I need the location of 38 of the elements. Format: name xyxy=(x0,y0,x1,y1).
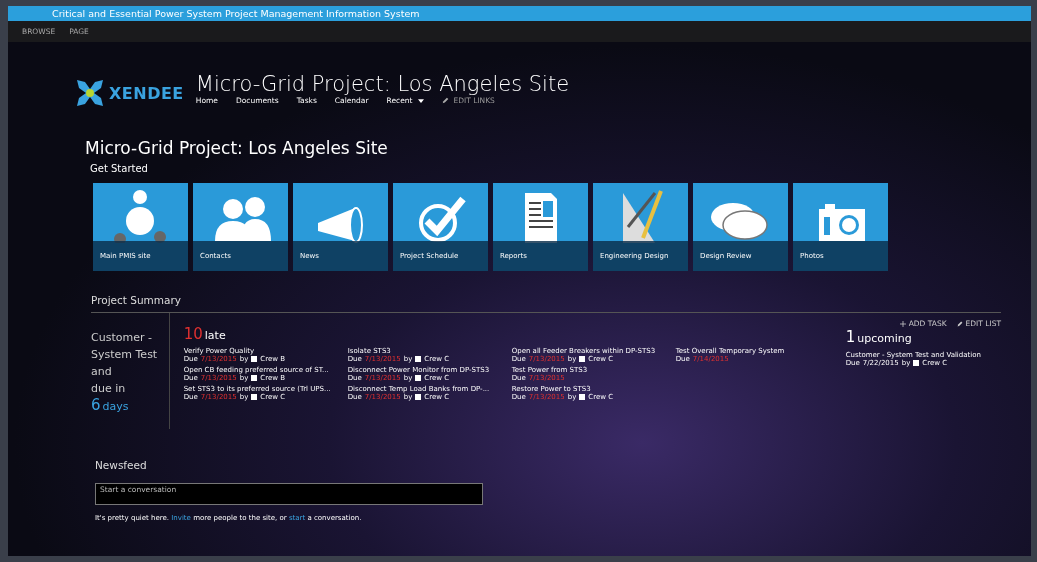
caret-icon xyxy=(418,98,425,103)
milestone-text: due in xyxy=(91,381,127,397)
camera-icon xyxy=(819,204,865,241)
people-org-icon xyxy=(114,190,166,243)
drafting-tools-icon xyxy=(623,190,663,243)
logo-icon xyxy=(75,78,105,108)
page-title: Micro-Grid Project: Los Angeles Site xyxy=(85,138,389,158)
milestone-text: Customer - xyxy=(91,330,153,346)
section-heading: Newsfeed xyxy=(95,459,148,471)
checkbox[interactable] xyxy=(251,375,258,381)
days-count: 6 xyxy=(91,397,101,414)
site-title: Micro-Grid Project: Los Angeles Site xyxy=(195,72,570,96)
checkbox[interactable] xyxy=(415,356,422,362)
checkbox[interactable] xyxy=(579,356,586,362)
pencil-icon xyxy=(956,320,963,327)
checkbox[interactable] xyxy=(251,394,258,400)
speech-bubbles-icon xyxy=(711,203,768,240)
upcoming-count: 1 xyxy=(845,328,856,346)
milestone-text: and xyxy=(91,364,113,380)
plus-icon xyxy=(899,320,906,327)
window-title: Critical and Essential Power System Project Management Information System xyxy=(52,8,420,19)
late-count: 10 xyxy=(183,325,203,343)
upcoming-label: upcoming xyxy=(857,332,912,345)
section-heading: Get Started xyxy=(90,163,149,174)
people-icon xyxy=(215,197,271,241)
checkmark-icon xyxy=(419,196,466,242)
section-heading: Project Summary xyxy=(91,294,181,306)
checkbox[interactable] xyxy=(579,394,586,400)
days-unit: days xyxy=(102,399,129,415)
checkbox[interactable] xyxy=(415,375,422,381)
checkbox[interactable] xyxy=(913,360,920,366)
milestone-text: System Test xyxy=(91,347,159,363)
late-label: late xyxy=(204,329,226,342)
pencil-icon xyxy=(442,97,450,104)
logo-text: XENDEE xyxy=(109,83,184,103)
checkbox[interactable] xyxy=(251,356,258,362)
checkbox[interactable] xyxy=(415,394,422,400)
document-icon xyxy=(525,193,557,243)
